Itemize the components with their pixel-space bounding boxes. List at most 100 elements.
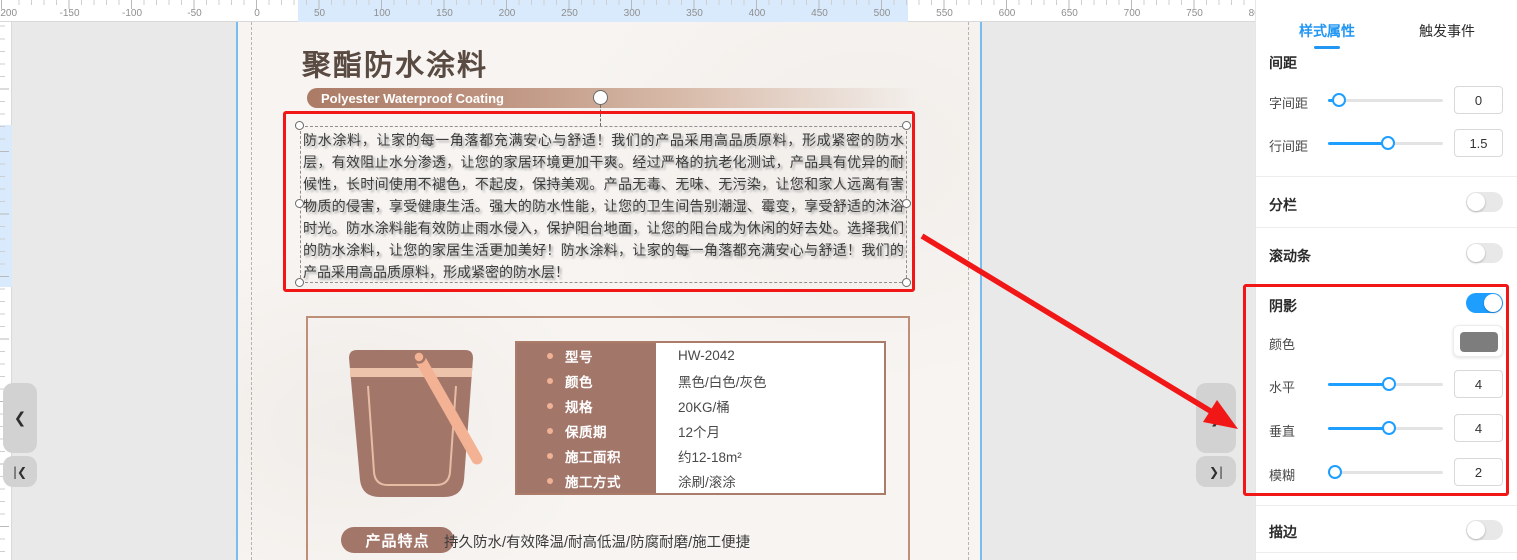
resize-handle-top-left[interactable] [295, 121, 304, 130]
shadow-color-chip [1460, 332, 1498, 352]
design-page[interactable]: 聚酯防水涂料 Polyester Waterproof Coating 防水涂料… [236, 22, 982, 560]
spec-table-label-column: 型号颜色规格保质期施工面积施工方式 [517, 343, 656, 493]
section-spacing: 间距 [1269, 53, 1297, 73]
paint-bucket-illustration [337, 344, 495, 509]
body-text: 防水涂料，让家的每一角落都充满安心与舒适！我们的产品采用高品质原料，形成紧密的防… [303, 129, 904, 283]
ruler-label: 200 [499, 8, 516, 19]
spec-table: 型号颜色规格保质期施工面积施工方式 HW-2042黑色/白色/灰色20KG/桶1… [515, 341, 886, 495]
spec-label-row: 颜色 [517, 368, 656, 393]
stroke-label: 描边 [1269, 522, 1297, 542]
shadow-label: 阴影 [1269, 296, 1297, 316]
shadow-color-label: 颜色 [1269, 334, 1295, 353]
spec-label-row: 施工面积 [517, 443, 656, 468]
subtitle-banner[interactable]: Polyester Waterproof Coating [307, 88, 957, 108]
letter-spacing-slider[interactable] [1328, 93, 1443, 107]
ruler-label: 350 [686, 8, 703, 19]
letter-spacing-input[interactable]: 0 [1454, 86, 1503, 114]
shadow-horizontal-label: 水平 [1269, 377, 1295, 396]
editor-workspace: 聚酯防水涂料 Polyester Waterproof Coating 防水涂料… [12, 22, 1255, 560]
subtitle-text: Polyester Waterproof Coating [321, 91, 504, 106]
ruler-label: 650 [1061, 8, 1078, 19]
divider [1256, 505, 1517, 506]
shadow-horizontal-input[interactable]: 4 [1454, 370, 1503, 398]
ruler-label: 700 [1124, 8, 1141, 19]
spec-value: HW-2042 [656, 343, 884, 368]
horizontal-ruler: -200-150-100-500501001502002503003504004… [0, 0, 1255, 22]
spec-label: 型号 [565, 346, 593, 366]
columns-toggle[interactable] [1466, 192, 1503, 212]
bullet-icon [547, 353, 553, 359]
resize-handle-mid-right[interactable] [902, 199, 911, 208]
product-info-card[interactable]: 型号颜色规格保质期施工面积施工方式 HW-2042黑色/白色/灰色20KG/桶1… [306, 316, 910, 560]
page-title[interactable]: 聚酯防水涂料 [302, 42, 488, 84]
ruler-label: 550 [936, 8, 953, 19]
ruler-label: 750 [1186, 8, 1203, 19]
selected-text-block[interactable]: 防水涂料，让家的每一角落都充满安心与舒适！我们的产品采用高品质原料，形成紧密的防… [300, 126, 907, 283]
spec-label: 保质期 [565, 421, 607, 441]
bullet-icon [547, 478, 553, 484]
shadow-toggle[interactable] [1466, 293, 1503, 313]
resize-handle-bottom-left[interactable] [295, 278, 304, 287]
spec-value: 黑色/白色/灰色 [656, 368, 884, 393]
scrollbar-toggle[interactable] [1466, 243, 1503, 263]
resize-handle-mid-left[interactable] [295, 199, 304, 208]
shadow-horizontal-slider[interactable] [1328, 377, 1443, 391]
bullet-icon [547, 453, 553, 459]
rotate-handle[interactable] [593, 90, 608, 105]
divider [1256, 552, 1517, 553]
features-badge: 产品特点 [341, 527, 454, 553]
ruler-label: 300 [624, 8, 641, 19]
shadow-blur-label: 模糊 [1269, 465, 1295, 484]
ruler-label: -50 [187, 8, 201, 19]
next-page-button[interactable]: ❯ [1196, 383, 1236, 453]
tab-style-properties[interactable]: 样式属性 [1299, 21, 1355, 41]
shadow-blur-input[interactable]: 2 [1454, 458, 1503, 486]
spec-label-row: 规格 [517, 393, 656, 418]
divider [1256, 176, 1517, 177]
spec-value: 20KG/桶 [656, 393, 884, 418]
spec-value: 12个月 [656, 418, 884, 443]
spec-table-value-column: HW-2042黑色/白色/灰色20KG/桶12个月约12-18m²涂刷/滚涂 [656, 343, 884, 493]
ruler-label: 450 [811, 8, 828, 19]
spec-value: 涂刷/滚涂 [656, 468, 884, 493]
shadow-blur-slider[interactable] [1328, 465, 1443, 479]
resize-handle-top-right[interactable] [902, 121, 911, 130]
spec-label: 颜色 [565, 371, 593, 391]
shadow-vertical-label: 垂直 [1269, 421, 1295, 440]
ruler-label: 0 [254, 8, 260, 19]
line-spacing-slider[interactable] [1328, 136, 1443, 150]
rotate-handle-connector [600, 105, 601, 126]
ruler-label: -150 [59, 8, 79, 19]
spec-label-row: 施工方式 [517, 468, 656, 493]
ruler-label: 500 [874, 8, 891, 19]
features-text: 持久防水/有效降温/耐高低温/防腐耐磨/施工便捷 [444, 531, 750, 552]
shadow-vertical-input[interactable]: 4 [1454, 414, 1503, 442]
spec-label: 施工面积 [565, 446, 621, 466]
resize-handle-bottom-right[interactable] [902, 278, 911, 287]
shadow-vertical-slider[interactable] [1328, 421, 1443, 435]
ruler-label: -200 [0, 8, 17, 19]
ruler-label: 150 [436, 8, 453, 19]
active-tab-underline [1314, 46, 1340, 49]
properties-panel: 样式属性 触发事件 间距 字间距 0 行间距 1.5 分栏 滚动条 阴影 颜色 … [1255, 0, 1517, 560]
ruler-label: 250 [561, 8, 578, 19]
prev-page-button[interactable]: ❮ [3, 383, 37, 453]
ruler-label: 400 [749, 8, 766, 19]
page-margin-guide-left [251, 22, 252, 560]
stroke-toggle[interactable] [1466, 520, 1503, 540]
divider [1256, 227, 1517, 228]
spec-label-row: 型号 [517, 343, 656, 368]
ruler-label: 50 [314, 8, 325, 19]
first-page-button[interactable]: |❮ [3, 456, 37, 487]
page-margin-guide-right [968, 22, 969, 560]
bullet-icon [547, 403, 553, 409]
shadow-color-swatch[interactable] [1453, 325, 1503, 357]
ruler-label: 100 [374, 8, 391, 19]
letter-spacing-label: 字间距 [1269, 93, 1308, 112]
tab-trigger-events[interactable]: 触发事件 [1419, 21, 1475, 41]
last-page-button[interactable]: ❯| [1196, 456, 1236, 487]
bullet-icon [547, 428, 553, 434]
scrollbar-label: 滚动条 [1269, 246, 1311, 266]
ruler-label: 600 [999, 8, 1016, 19]
line-spacing-input[interactable]: 1.5 [1454, 129, 1503, 157]
